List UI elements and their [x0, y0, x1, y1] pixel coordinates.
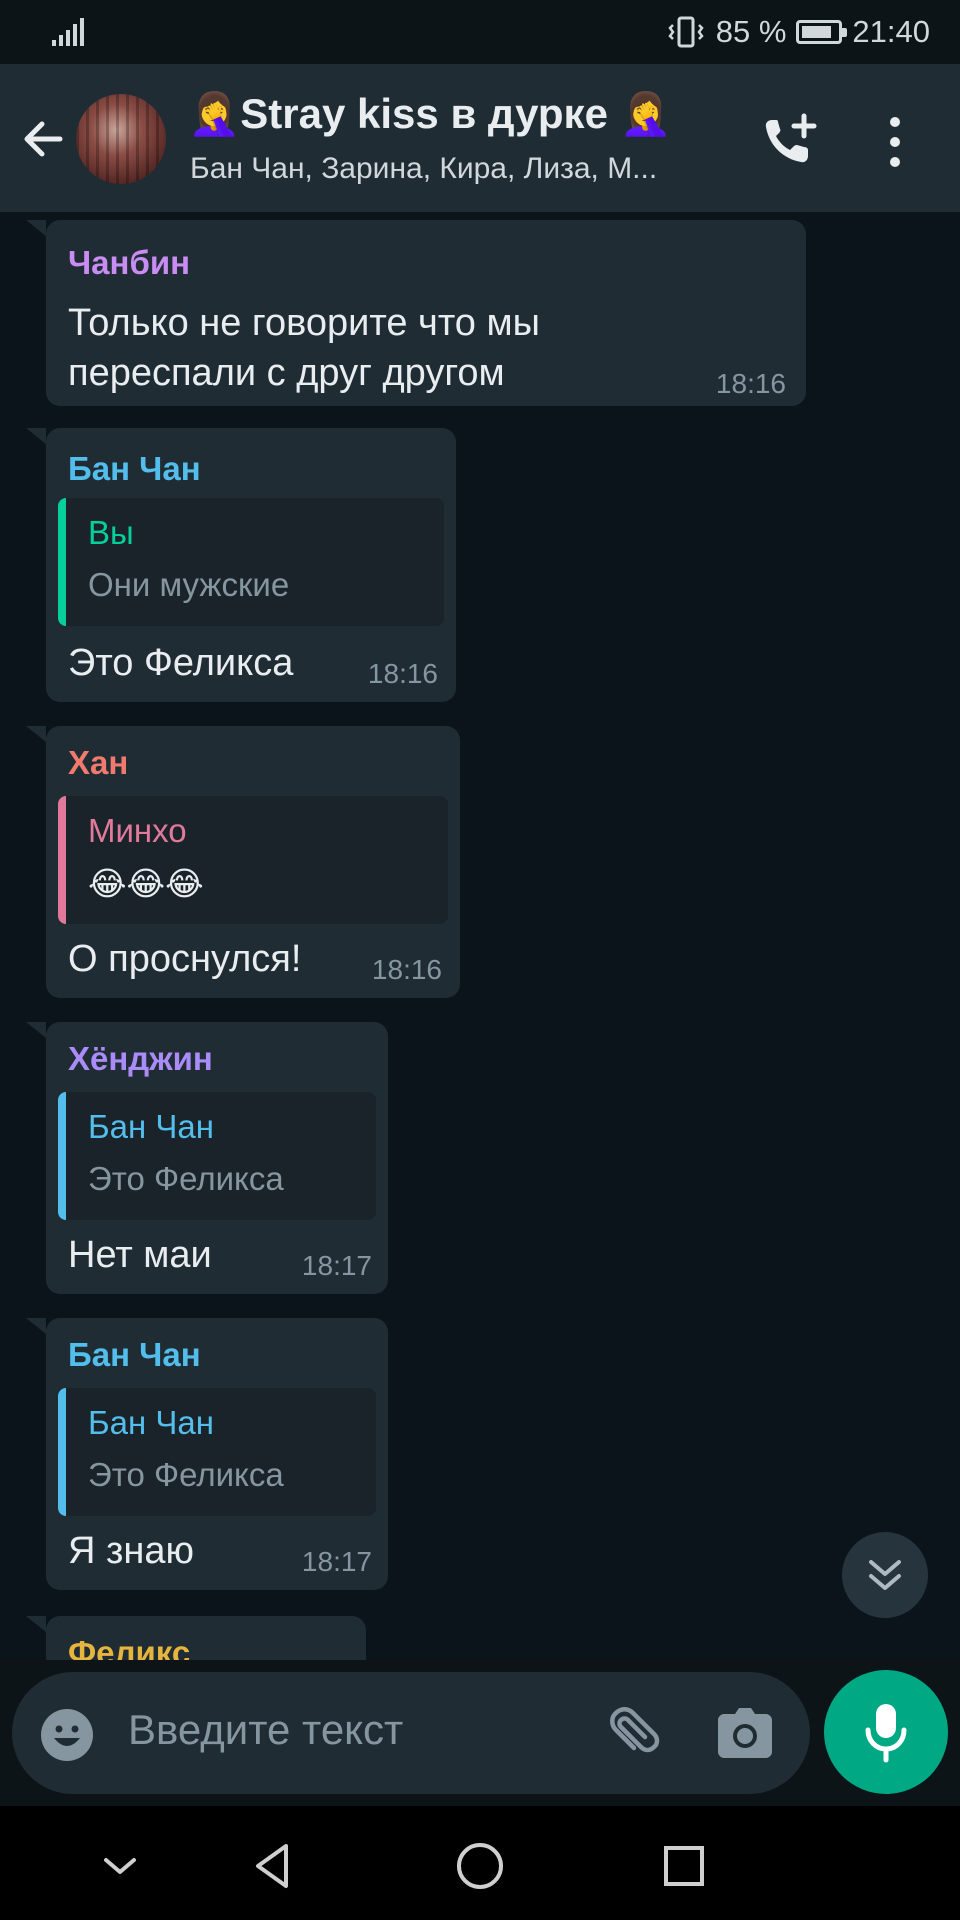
- message-time: 18:16: [371, 954, 442, 985]
- quoted-message[interactable]: Вы Они мужские: [58, 498, 444, 626]
- message-bubble[interactable]: Чанбин Только не говорите что мы переспа…: [26, 220, 806, 406]
- double-chevron-down-icon: [869, 1560, 901, 1590]
- voice-record-button[interactable]: [824, 1670, 948, 1794]
- message-text: Это Феликса: [68, 642, 294, 684]
- message-time: 18:16: [715, 368, 786, 399]
- quoted-sender: Бан Чан: [88, 1108, 214, 1145]
- quoted-sender: Бан Чан: [88, 1404, 214, 1441]
- message-text: Я знаю: [68, 1530, 195, 1572]
- message-sender[interactable]: Чанбин: [68, 244, 190, 282]
- quoted-message[interactable]: Бан Чан Это Феликса: [58, 1092, 376, 1220]
- message-list[interactable]: Чанбин Только не говорите что мы переспа…: [0, 212, 960, 1660]
- message-text: О проснулся!: [68, 938, 302, 980]
- signal-icon: [52, 18, 84, 46]
- quoted-text: Это Феликса: [88, 1456, 284, 1493]
- message-bubble[interactable]: Бан Чан Вы Они мужские Это Феликса 18:16: [26, 428, 456, 702]
- quoted-sender: Вы: [88, 514, 134, 551]
- message-sender[interactable]: Хан: [68, 744, 128, 782]
- chat-title[interactable]: 🤦‍♀️Stray kiss в дурке 🤦‍♀️: [188, 90, 672, 139]
- quoted-sender: Минхо: [88, 812, 187, 849]
- message-text: переспали с друг другом: [68, 352, 505, 394]
- chat-header: 🤦‍♀️Stray kiss в дурке 🤦‍♀️ Бан Чан, Зар…: [0, 64, 960, 212]
- message-time: 18:17: [301, 1250, 372, 1281]
- message-time: 18:17: [301, 1546, 372, 1577]
- message-bubble[interactable]: Хёнджин Бан Чан Это Феликса Нет маи 18:1…: [26, 1022, 388, 1294]
- back-triangle-icon[interactable]: [246, 1838, 302, 1894]
- message-bubble[interactable]: Феликс: [26, 1616, 366, 1660]
- group-avatar[interactable]: [76, 94, 166, 184]
- message-bubble[interactable]: Бан Чан Бан Чан Это Феликса Я знаю 18:17: [26, 1318, 388, 1590]
- battery-percent: 85 %: [715, 14, 787, 49]
- quoted-text: Это Феликса: [88, 1160, 284, 1197]
- quoted-text: Они мужские: [88, 566, 290, 603]
- status-bar: 85 % 21:40: [0, 0, 960, 64]
- quoted-message[interactable]: Бан Чан Это Феликса: [58, 1388, 376, 1516]
- clock: 21:40: [852, 14, 930, 49]
- home-circle-icon[interactable]: [452, 1838, 508, 1894]
- vibrate-icon: [668, 16, 704, 48]
- battery-icon: [796, 20, 848, 44]
- quoted-text: 😂😂😂: [88, 865, 204, 902]
- more-vert-icon[interactable]: [880, 114, 910, 170]
- message-text: Только не говорите что мы: [68, 302, 540, 344]
- message-time: 18:16: [367, 658, 438, 689]
- phone-plus-icon[interactable]: [760, 112, 818, 168]
- message-bubble[interactable]: Хан Минхо 😂😂😂 О проснулся! 18:16: [26, 726, 460, 998]
- message-text: Нет маи: [68, 1234, 212, 1276]
- arrow-left-icon[interactable]: [18, 114, 68, 164]
- scroll-to-bottom-button[interactable]: [842, 1532, 928, 1618]
- message-sender[interactable]: Хёнджин: [68, 1040, 213, 1078]
- message-input[interactable]: Введите текст: [128, 1706, 403, 1754]
- message-sender[interactable]: Бан Чан: [68, 1336, 201, 1374]
- message-sender[interactable]: Феликс: [68, 1634, 190, 1660]
- chat-members[interactable]: Бан Чан, Зарина, Кира, Лиза, М...: [190, 152, 720, 186]
- camera-icon[interactable]: [716, 1706, 774, 1762]
- system-nav-bar: [0, 1806, 960, 1920]
- microphone-icon: [865, 1704, 907, 1763]
- message-sender[interactable]: Бан Чан: [68, 450, 201, 488]
- chevron-down-icon[interactable]: [92, 1838, 148, 1894]
- paperclip-icon[interactable]: [600, 1704, 660, 1764]
- quoted-message[interactable]: Минхо 😂😂😂: [58, 796, 448, 924]
- recents-square-icon[interactable]: [656, 1838, 712, 1894]
- message-composer[interactable]: Введите текст: [12, 1672, 810, 1794]
- emoji-icon[interactable]: [40, 1708, 94, 1762]
